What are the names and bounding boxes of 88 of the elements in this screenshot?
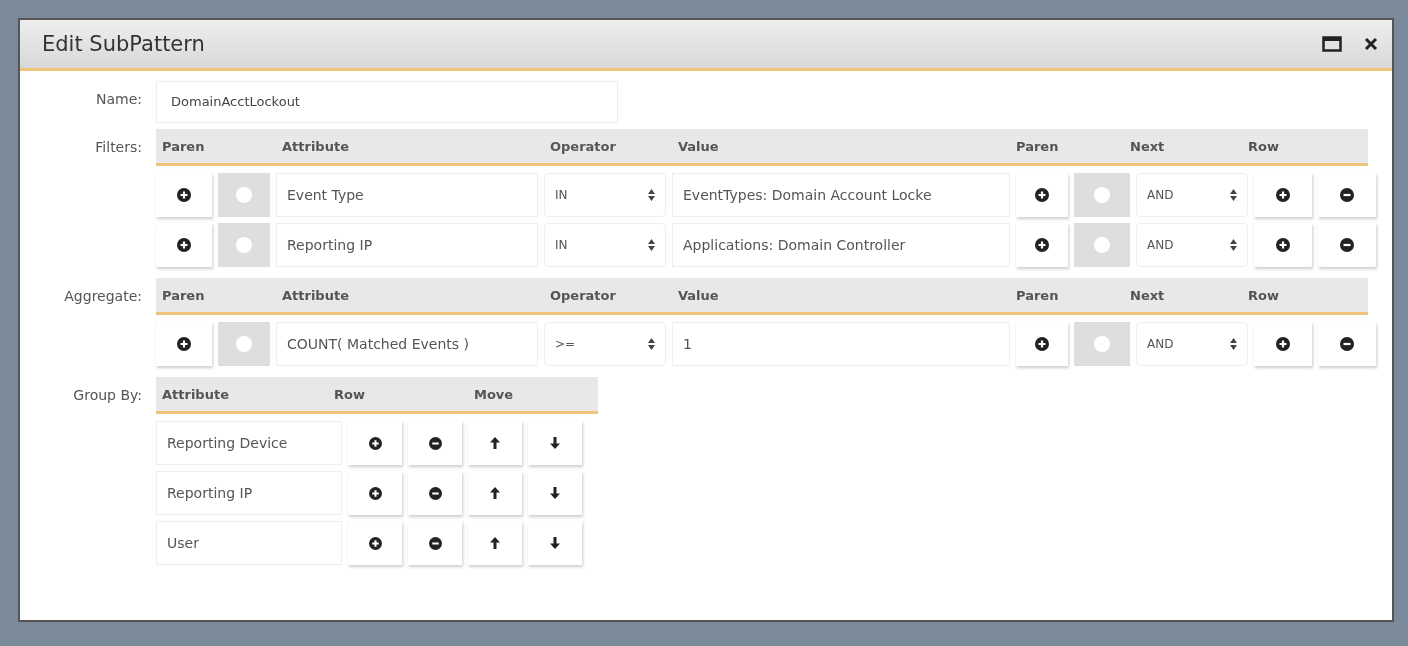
column-header: Operator: [549, 138, 617, 154]
add-row-button[interactable]: [1254, 173, 1312, 217]
add-paren-button[interactable]: [1016, 322, 1068, 366]
column-header: Attribute: [281, 287, 350, 303]
column-header: Attribute: [281, 138, 350, 154]
add-row-button[interactable]: [348, 421, 402, 465]
column-header: Next: [1129, 287, 1166, 303]
add-paren-button[interactable]: [1016, 173, 1068, 217]
move-down-button[interactable]: [528, 471, 582, 515]
move-up-button[interactable]: [468, 421, 522, 465]
move-down-button[interactable]: [528, 521, 582, 565]
spinner-icon: [648, 338, 655, 350]
column-header: Row: [1247, 287, 1280, 303]
next-select[interactable]: AND: [1136, 223, 1248, 267]
move-up-button[interactable]: [468, 471, 522, 515]
down-arrow-icon: [549, 536, 561, 550]
add-row-button[interactable]: [348, 521, 402, 565]
plus-circle-icon: [177, 337, 191, 351]
value-field[interactable]: 1: [672, 322, 1010, 366]
value-field[interactable]: EventTypes: Domain Account Locke: [672, 173, 1010, 217]
plus-circle-icon: [1276, 238, 1290, 252]
remove-row-button[interactable]: [1318, 223, 1376, 267]
down-arrow-icon: [549, 486, 561, 500]
next-select[interactable]: AND: [1136, 173, 1248, 217]
column-header: Paren: [1015, 287, 1060, 303]
attribute-field[interactable]: User: [156, 521, 342, 565]
plus-circle-icon: [1276, 188, 1290, 202]
plus-circle-icon: [1035, 238, 1049, 252]
plus-circle-icon: [1276, 337, 1290, 351]
spinner-icon: [648, 239, 655, 251]
spinner-icon: [648, 189, 655, 201]
move-down-button[interactable]: [528, 421, 582, 465]
column-header: Row: [333, 386, 366, 402]
plus-circle-icon: [368, 486, 382, 500]
move-up-button[interactable]: [468, 521, 522, 565]
up-arrow-icon: [489, 486, 501, 500]
remove-row-button[interactable]: [408, 471, 462, 515]
down-arrow-icon: [549, 436, 561, 450]
plus-circle-icon: [1035, 188, 1049, 202]
attribute-field[interactable]: Event Type: [276, 173, 538, 217]
column-header: Operator: [549, 287, 617, 303]
next-select[interactable]: AND: [1136, 322, 1248, 366]
up-arrow-icon: [489, 436, 501, 450]
add-paren-button[interactable]: [1016, 223, 1068, 267]
attribute-field[interactable]: COUNT( Matched Events ): [276, 322, 538, 366]
operator-select[interactable]: >=: [544, 322, 666, 366]
column-header: Move: [473, 386, 515, 402]
spinner-icon: [1230, 338, 1237, 350]
close-icon[interactable]: [1364, 37, 1378, 51]
plus-circle-icon: [1035, 337, 1049, 351]
plus-circle-icon: [177, 238, 191, 252]
plus-circle-icon: [368, 436, 382, 450]
column-header: Attribute: [161, 386, 230, 402]
value-field[interactable]: Applications: Domain Controller: [672, 223, 1010, 267]
column-header: Row: [1247, 138, 1280, 154]
column-header: Paren: [161, 138, 206, 154]
plus-circle-icon: [177, 188, 191, 202]
remove-row-button[interactable]: [408, 521, 462, 565]
window-title: Edit SubPattern: [42, 32, 206, 56]
column-header: Value: [677, 138, 720, 154]
remove-row-button[interactable]: [1318, 173, 1376, 217]
section-label: Group By:: [72, 386, 142, 403]
section-label: Aggregate:: [63, 287, 142, 304]
attribute-field[interactable]: Reporting IP: [276, 223, 538, 267]
remove-row-button[interactable]: [1318, 322, 1376, 366]
name-label: Name:: [94, 90, 142, 107]
operator-select[interactable]: IN: [544, 173, 666, 217]
operator-select[interactable]: IN: [544, 223, 666, 267]
maximize-icon[interactable]: [1322, 36, 1342, 52]
section-label: Filters:: [94, 138, 142, 155]
add-paren-button[interactable]: [156, 223, 212, 267]
spinner-icon: [1230, 239, 1237, 251]
up-arrow-icon: [489, 536, 501, 550]
add-row-button[interactable]: [1254, 223, 1312, 267]
add-paren-button[interactable]: [156, 173, 212, 217]
column-header: Paren: [161, 287, 206, 303]
column-header: Next: [1129, 138, 1166, 154]
add-row-button[interactable]: [1254, 322, 1312, 366]
spinner-icon: [1230, 189, 1237, 201]
attribute-field[interactable]: Reporting IP: [156, 471, 342, 515]
attribute-field[interactable]: Reporting Device: [156, 421, 342, 465]
add-row-button[interactable]: [348, 471, 402, 515]
plus-circle-icon: [368, 536, 382, 550]
column-header: Value: [677, 287, 720, 303]
name-field[interactable]: DomainAcctLockout: [156, 81, 618, 123]
column-header: Paren: [1015, 138, 1060, 154]
add-paren-button[interactable]: [156, 322, 212, 366]
remove-row-button[interactable]: [408, 421, 462, 465]
